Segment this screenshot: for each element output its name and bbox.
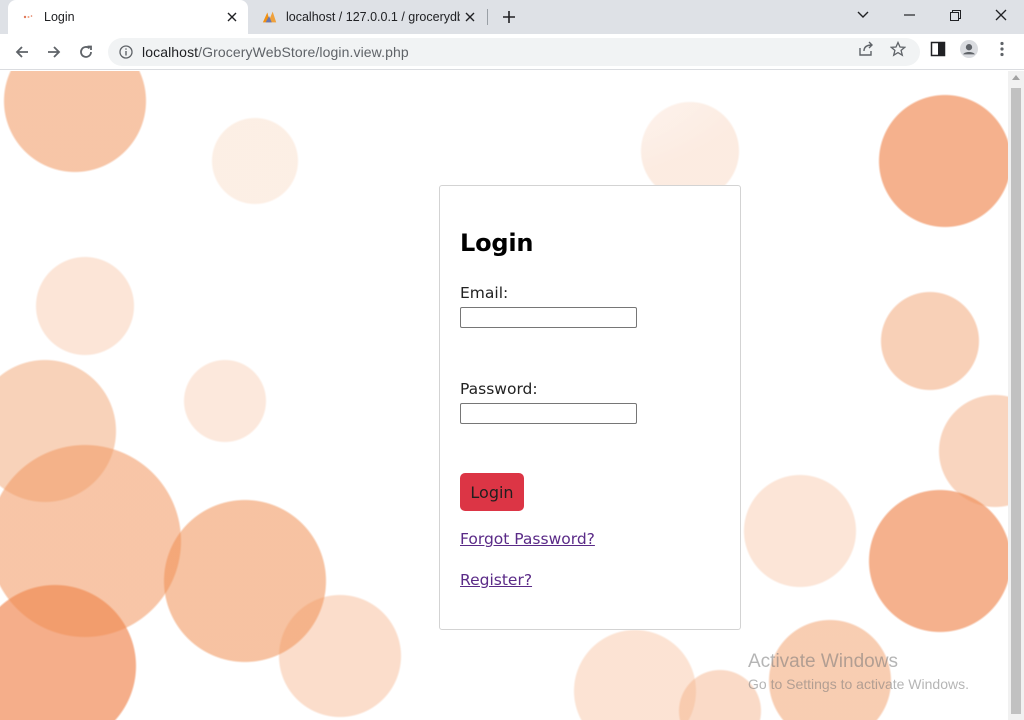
page-background: Login Email: Password: Login Forgot Pass…	[0, 71, 1008, 720]
menu-kebab-icon[interactable]	[993, 40, 1011, 58]
url-path: /GroceryWebStore/login.view.php	[198, 44, 409, 60]
back-button[interactable]	[8, 38, 36, 66]
tab-separator	[487, 9, 488, 25]
background-fade	[250, 71, 770, 191]
forward-button[interactable]	[40, 38, 68, 66]
new-tab-button[interactable]	[497, 5, 521, 29]
email-field[interactable]	[460, 307, 637, 328]
vertical-scrollbar[interactable]	[1008, 71, 1024, 720]
profile-avatar-icon[interactable]	[960, 40, 978, 58]
login-button[interactable]: Login	[460, 473, 524, 511]
email-label: Email:	[460, 284, 509, 302]
password-label: Password:	[460, 380, 538, 398]
password-field[interactable]	[460, 403, 637, 424]
tab-search-button[interactable]	[840, 0, 886, 30]
address-bar[interactable]: localhost/GroceryWebStore/login.view.php	[108, 38, 920, 66]
phpmyadmin-favicon-icon	[262, 9, 278, 25]
dots-favicon-icon	[20, 9, 36, 25]
activate-windows-subtitle: Go to Settings to activate Windows.	[748, 676, 969, 692]
minimize-button[interactable]	[886, 0, 932, 30]
tab-login[interactable]: Login	[8, 0, 248, 34]
close-tab-icon[interactable]	[222, 7, 242, 27]
forgot-password-link[interactable]: Forgot Password?	[460, 530, 595, 548]
url-text: localhost/GroceryWebStore/login.view.php	[142, 44, 409, 60]
tab-title: Login	[44, 10, 75, 24]
login-heading: Login	[460, 229, 534, 257]
bookmark-star-icon[interactable]	[889, 40, 907, 58]
tab-phpmyadmin[interactable]: localhost / 127.0.0.1 / grocerydb	[250, 0, 486, 34]
side-panel-icon[interactable]	[929, 40, 947, 58]
scrollbar-thumb[interactable]	[1011, 88, 1021, 714]
browser-toolbar: localhost/GroceryWebStore/login.view.php	[0, 34, 1024, 70]
restore-button[interactable]	[932, 0, 978, 30]
info-icon[interactable]	[118, 44, 134, 60]
share-icon[interactable]	[857, 40, 875, 58]
reload-button[interactable]	[72, 38, 100, 66]
activate-windows-title: Activate Windows	[748, 651, 898, 672]
tab-title: localhost / 127.0.0.1 / grocerydb	[286, 10, 460, 24]
login-card: Login Email: Password: Login Forgot Pass…	[439, 185, 741, 630]
register-link[interactable]: Register?	[460, 571, 532, 589]
close-tab-icon[interactable]	[460, 7, 480, 27]
scroll-up-arrow-icon[interactable]	[1012, 75, 1020, 80]
close-window-button[interactable]	[978, 0, 1024, 30]
url-host: localhost	[142, 44, 199, 60]
tab-strip: Login localhost / 127.0.0.1 / grocerydb	[0, 0, 1024, 34]
